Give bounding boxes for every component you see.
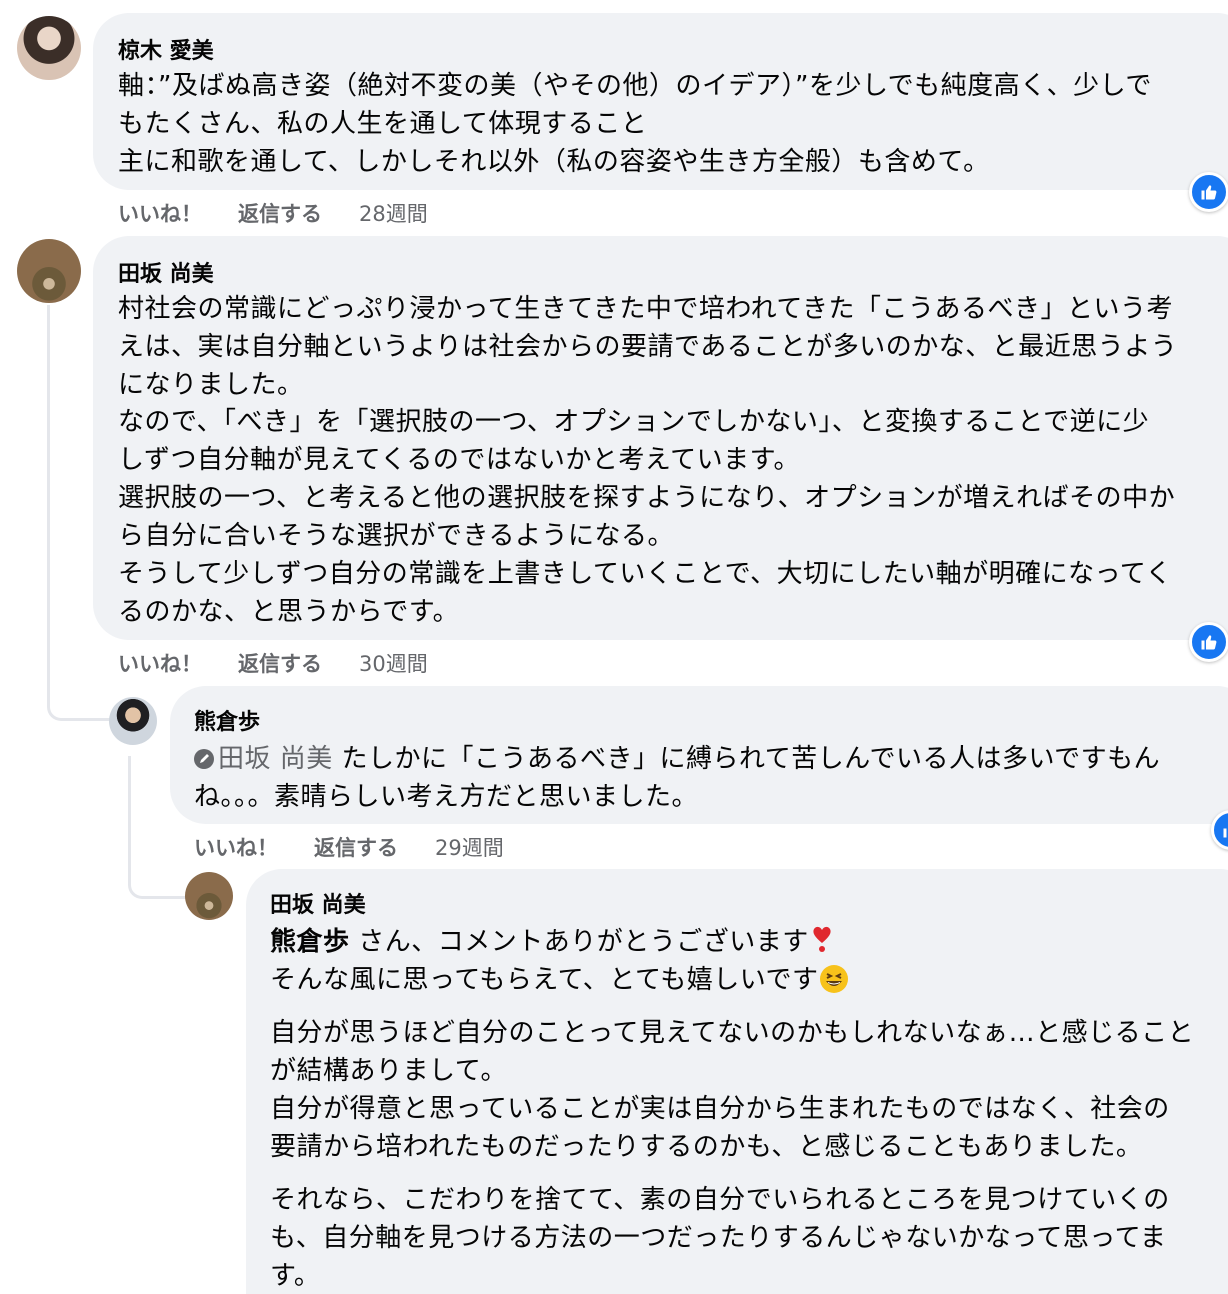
comment-text-line: が結構ありまして。 (270, 1056, 507, 1086)
comment-actions: いいね！ 返信する 30週間 (118, 648, 518, 676)
comment-actions: いいね！ 返信する 29週間 (194, 832, 594, 860)
comment-text-line: 自分が得意と思っていることが実は自分から生まれたものではなく、社会の (270, 1094, 1170, 1124)
comment-text-line: もたくさん、私の人生を通して体現すること (118, 109, 648, 139)
comment-text-line: ら自分に合いそうな選択ができるようになる。 (118, 521, 674, 551)
comment-text-line: 田坂 尚美 たしかに「こうあるべき」に縛られて苦しんでいる人は多いですもん (194, 738, 1160, 775)
like-reaction-icon[interactable] (1189, 622, 1228, 662)
comment-text-line: も、自分軸を見つける方法の一つだったりするんじゃないかなって思ってま (270, 1223, 1167, 1253)
comment-bubble: 田坂 尚美 村社会の常識にどっぷり浸かって生きてきた中で培われてきた「こうあるべ… (93, 236, 1228, 640)
comment-text-line: るのかな、と思うからです。 (118, 597, 460, 627)
comment-text-line: す。 (270, 1261, 321, 1291)
comment-author[interactable]: 田坂 尚美 (118, 256, 214, 288)
comment-timestamp[interactable]: 28週間 (359, 198, 428, 228)
comment-author[interactable]: 熊倉歩 (194, 704, 260, 736)
comment-bubble: 田坂 尚美 熊倉歩 さん、コメントありがとうございます そんな風に思ってもらえて… (246, 869, 1228, 1294)
avatar[interactable] (109, 697, 157, 745)
comment-text-line: 要請から培われたものだったりするのかも、と感じることもありました。 (270, 1132, 1143, 1162)
comment-timestamp[interactable]: 30週間 (359, 648, 428, 678)
pencil-mention-icon (194, 749, 214, 769)
heavy-heart-exclamation-emoji (811, 924, 833, 954)
comment-text: さん、コメントありがとうございます (358, 927, 809, 957)
comment-text-line: 選択肢の一つ、と考えると他の選択肢を探すようになり、オプションが増えればその中か (118, 483, 1176, 513)
comment-text-line: そんな風に思ってもらえて、とても嬉しいです (270, 959, 849, 996)
comment-text-line: ね。。。素晴らしい考え方だと思いました。 (194, 782, 699, 812)
avatar[interactable] (17, 16, 81, 80)
like-button[interactable]: いいね！ (194, 832, 278, 862)
avatar[interactable] (17, 239, 81, 303)
comment-thread: 椋木 愛美 軸：”及ばぬ高き姿（絶対不変の美（やその他）のイデア）”を少しでも純… (0, 0, 1228, 1294)
comment-actions: いいね！ 返信する 28週間 (118, 198, 518, 226)
mention-link[interactable]: 田坂 尚美 (218, 744, 333, 774)
comment-bubble: 椋木 愛美 軸：”及ばぬ高き姿（絶対不変の美（やその他）のイデア）”を少しでも純… (93, 13, 1228, 190)
comment-author[interactable]: 田坂 尚美 (270, 887, 366, 919)
reply-button[interactable]: 返信する (238, 198, 322, 228)
reply-button[interactable]: 返信する (314, 832, 398, 862)
comment-author[interactable]: 椋木 愛美 (118, 33, 214, 65)
reply-button[interactable]: 返信する (238, 648, 322, 678)
comment-text-line: えは、実は自分軸というよりは社会からの要請であることが多いのかな、と最近思うよう (118, 332, 1178, 362)
like-button[interactable]: いいね！ (118, 198, 202, 228)
comment-text: たしかに「こうあるべき」に縛られて苦しんでいる人は多いですもん (341, 744, 1161, 774)
comment-text-line: そうして少しずつ自分の常識を上書きしていくことで、大切にしたい軸が明確になってく (118, 559, 1173, 589)
comment-text-line: なので、「べき」を「選択肢の一つ、オプションでしかない」、と変換することで逆に少 (118, 407, 1150, 437)
comment-text-line: 自分が思うほど自分のことって見えてないのかもしれないなぁ…と感じること (270, 1018, 1195, 1048)
like-reaction-icon[interactable] (1189, 172, 1228, 212)
comment-text-line: になりました。 (118, 370, 304, 400)
avatar[interactable] (185, 872, 233, 920)
like-button[interactable]: いいね！ (118, 648, 202, 678)
comment-text-line: 主に和歌を通して、しかしそれ以外（私の容姿や生き方全般）も含めて。 (118, 147, 990, 177)
mention-link[interactable]: 熊倉歩 (270, 927, 350, 957)
comment-text: そんな風に思ってもらえて、とても嬉しいです (270, 965, 819, 995)
comment-text-line: 村社会の常識にどっぷり浸かって生きてきた中で培われてきた「こうあるべき」という考 (118, 294, 1174, 324)
comment-bubble: 熊倉歩 田坂 尚美 たしかに「こうあるべき」に縛られて苦しんでいる人は多いですも… (170, 686, 1228, 824)
grinning-squinting-face-emoji (820, 965, 849, 993)
comment-text-line: 軸：”及ばぬ高き姿（絶対不変の美（やその他）のイデア）”を少しでも純度高く、少し… (118, 71, 1152, 101)
comment-text-line: それなら、こだわりを捨てて、素の自分でいられるところを見つけていくの (270, 1185, 1170, 1215)
comment-text-line: 熊倉歩 さん、コメントありがとうございます (270, 921, 833, 958)
comment-timestamp[interactable]: 29週間 (435, 832, 504, 862)
comment-text-line: しずつ自分軸が見えてくるのではないかと考えています。 (118, 445, 800, 475)
